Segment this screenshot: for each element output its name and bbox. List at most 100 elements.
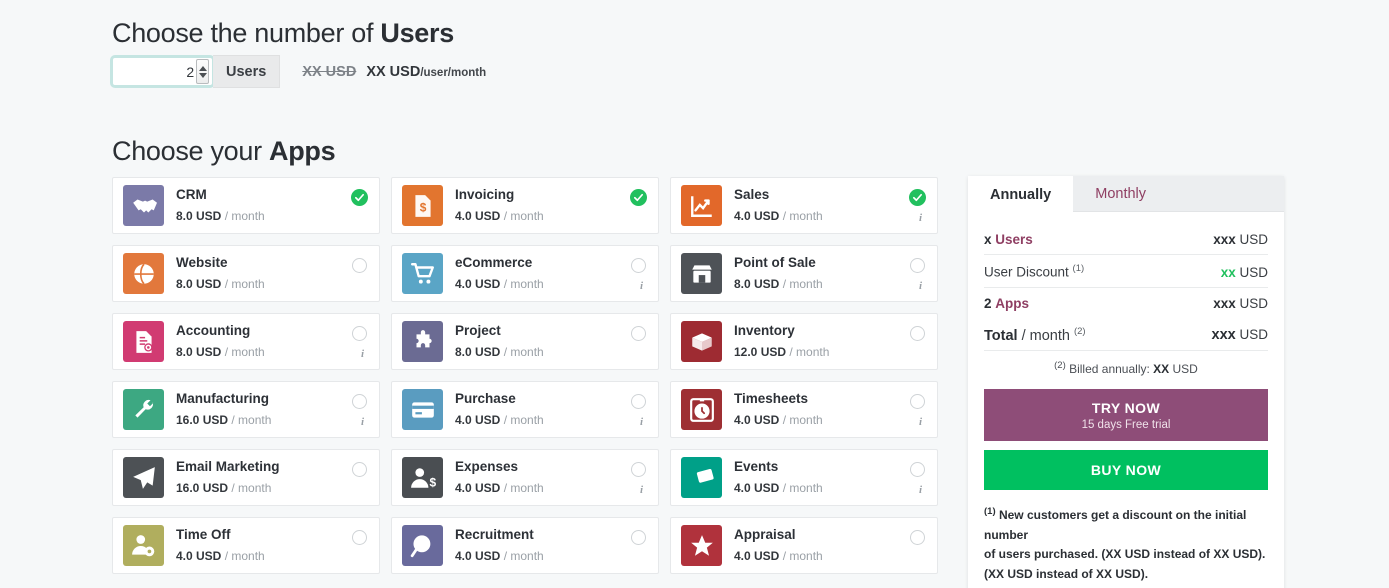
summary-line-value: xxx USD: [1213, 296, 1268, 311]
info-icon[interactable]: i: [361, 416, 364, 428]
info-icon[interactable]: i: [361, 348, 364, 360]
discount-footnote-line3: (XX USD instead of XX USD).: [984, 566, 1149, 581]
app-card-text: Project 8.0 USD / month: [455, 323, 544, 360]
app-card-ecommerce[interactable]: eCommerce 4.0 USD / month i: [391, 245, 659, 302]
app-card-invoicing[interactable]: $ Invoicing 4.0 USD / month: [391, 177, 659, 234]
app-price: 4.0 USD / month: [455, 413, 544, 428]
app-card-project[interactable]: Project 8.0 USD / month: [391, 313, 659, 370]
cart-icon: [402, 253, 443, 294]
billed-amount: XX: [1153, 362, 1170, 377]
user-quantity-input[interactable]: [113, 58, 197, 85]
app-select-radio[interactable]: [631, 394, 646, 409]
users-section-title: Choose the number of Users: [112, 18, 454, 49]
try-now-button[interactable]: TRY NOW 15 days Free trial: [984, 389, 1268, 442]
buy-now-button[interactable]: BUY NOW: [984, 450, 1268, 491]
app-card-expenses[interactable]: $ Expenses 4.0 USD / month i: [391, 449, 659, 506]
app-select-radio[interactable]: [631, 462, 646, 477]
app-price: 4.0 USD / month: [734, 413, 823, 428]
chart-arrow-icon: [681, 185, 722, 226]
info-icon[interactable]: i: [640, 280, 643, 292]
app-price-period: / month: [503, 208, 544, 223]
app-card-events[interactable]: Events 4.0 USD / month i: [670, 449, 938, 506]
app-price: 16.0 USD / month: [176, 413, 271, 428]
info-icon[interactable]: i: [919, 484, 922, 496]
user-quantity-field[interactable]: [110, 55, 215, 88]
apps-grid: CRM 8.0 USD / month $ Invoicing 4.0 USD / mo…: [112, 177, 960, 574]
app-card-inventory[interactable]: Inventory 12.0 USD / month: [670, 313, 938, 370]
app-select-radio[interactable]: [352, 462, 367, 477]
app-price: 16.0 USD / month: [176, 481, 280, 496]
tab-monthly[interactable]: Monthly: [1073, 176, 1168, 211]
app-price-amount: 8.0 USD: [734, 276, 780, 291]
app-select-radio[interactable]: [352, 258, 367, 273]
app-card-sales[interactable]: Sales 4.0 USD / month i: [670, 177, 938, 234]
quantity-stepper[interactable]: [196, 59, 209, 84]
app-price-amount: 4.0 USD: [176, 548, 222, 563]
app-price-period: / month: [782, 412, 823, 427]
info-icon[interactable]: i: [919, 416, 922, 428]
app-select-radio[interactable]: [352, 394, 367, 409]
app-select-radio[interactable]: [631, 530, 646, 545]
app-select-radio[interactable]: [910, 530, 925, 545]
stepper-down-icon[interactable]: [198, 72, 207, 78]
app-price-period: / month: [782, 208, 823, 223]
app-price: 4.0 USD / month: [734, 209, 823, 224]
app-select-radio[interactable]: [631, 326, 646, 341]
app-card-timesheets[interactable]: Timesheets 4.0 USD / month i: [670, 381, 938, 438]
info-icon[interactable]: i: [919, 212, 922, 224]
app-card-time-off[interactable]: Time Off 4.0 USD / month: [112, 517, 380, 574]
app-price-period: / month: [503, 480, 544, 495]
app-select-radio[interactable]: [631, 258, 646, 273]
stepper-up-icon[interactable]: [198, 65, 207, 71]
app-select-radio[interactable]: [352, 530, 367, 545]
app-selected-check-icon[interactable]: [630, 189, 647, 206]
app-price-amount: 4.0 USD: [455, 208, 501, 223]
billed-footnote-marker: (2): [1054, 360, 1066, 372]
app-name: Recruitment: [455, 527, 534, 543]
summary-line: x Users xxx USD: [984, 224, 1268, 255]
app-name: Timesheets: [734, 391, 809, 407]
app-card-recruitment[interactable]: Recruitment 4.0 USD / month: [391, 517, 659, 574]
app-card-text: Time Off 4.0 USD / month: [176, 527, 265, 564]
app-select-radio[interactable]: [910, 326, 925, 341]
app-price-period: / month: [789, 344, 830, 359]
tab-annually[interactable]: Annually: [968, 176, 1074, 212]
ticket-icon: [681, 457, 722, 498]
app-card-accounting[interactable]: Accounting 8.0 USD / month i: [112, 313, 380, 370]
app-card-email-marketing[interactable]: Email Marketing 16.0 USD / month: [112, 449, 380, 506]
app-select-radio[interactable]: [910, 462, 925, 477]
app-name: Expenses: [455, 459, 519, 475]
summary-line-amount: xxx: [1213, 295, 1236, 311]
app-name: Invoicing: [455, 187, 515, 203]
app-card-text: Timesheets 4.0 USD / month: [734, 391, 823, 428]
app-card-manufacturing[interactable]: Manufacturing 16.0 USD / month i: [112, 381, 380, 438]
paper-plane-icon: [123, 457, 164, 498]
app-name: Time Off: [176, 527, 231, 543]
app-card-text: Website 8.0 USD / month: [176, 255, 265, 292]
app-card-point-of-sale[interactable]: Point of Sale 8.0 USD / month i: [670, 245, 938, 302]
app-selected-check-icon[interactable]: [909, 189, 926, 206]
app-select-radio[interactable]: [352, 326, 367, 341]
users-addon-label: Users: [213, 55, 281, 88]
app-price-period: / month: [782, 276, 823, 291]
app-card-text: Recruitment 4.0 USD / month: [455, 527, 544, 564]
app-card-appraisal[interactable]: Appraisal 4.0 USD / month: [670, 517, 938, 574]
total-label: Total / month (2): [984, 326, 1086, 344]
total-footnote-marker: (2): [1073, 325, 1086, 337]
app-select-radio[interactable]: [910, 394, 925, 409]
apps-section-title: Choose your Apps: [112, 136, 336, 167]
info-icon[interactable]: i: [640, 416, 643, 428]
app-card-crm[interactable]: CRM 8.0 USD / month: [112, 177, 380, 234]
app-select-radio[interactable]: [910, 258, 925, 273]
user-price-note: XX USD XX USD /user/month: [302, 64, 486, 80]
summary-line-unit: USD: [1239, 232, 1268, 247]
app-card-website[interactable]: Website 8.0 USD / month: [112, 245, 380, 302]
app-price-period: / month: [782, 480, 823, 495]
info-icon[interactable]: i: [919, 280, 922, 292]
app-price-amount: 16.0 USD: [176, 480, 229, 495]
app-selected-check-icon[interactable]: [351, 189, 368, 206]
magnifier-icon: [402, 525, 443, 566]
app-card-text: Appraisal 4.0 USD / month: [734, 527, 823, 564]
app-card-purchase[interactable]: Purchase 4.0 USD / month i: [391, 381, 659, 438]
info-icon[interactable]: i: [640, 484, 643, 496]
